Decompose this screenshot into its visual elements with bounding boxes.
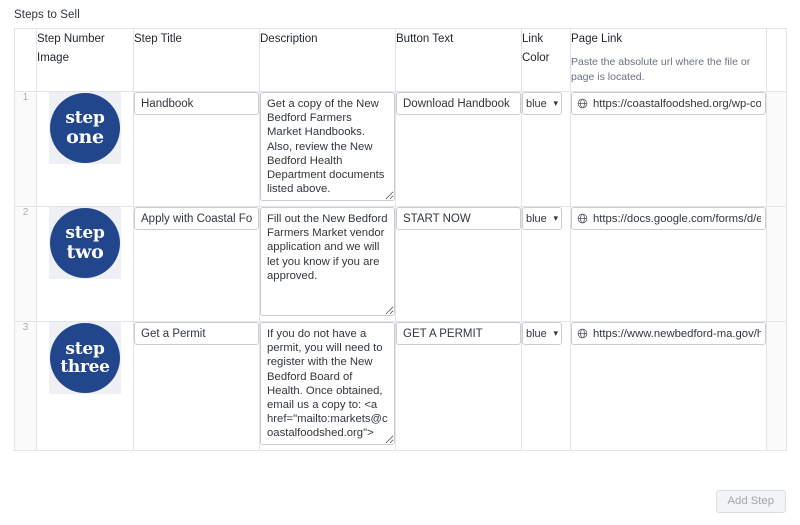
column-header-button-text-label: Button Text bbox=[396, 33, 454, 45]
add-step-button[interactable]: Add Step bbox=[715, 490, 786, 513]
globe-icon bbox=[577, 213, 588, 224]
step-number-image[interactable]: step one bbox=[49, 92, 121, 164]
table-header: Step Number Image Step Title Description… bbox=[14, 28, 787, 92]
row-actions-cell bbox=[766, 91, 787, 207]
column-header-actions bbox=[766, 28, 787, 92]
steps-table-wrapper: Step Number Image Step Title Description… bbox=[14, 28, 787, 451]
page-title: Steps to Sell bbox=[14, 9, 80, 21]
page-link-cell: https://docs.google.com/forms/d/e bbox=[570, 206, 767, 322]
step-badge-word-2: one bbox=[66, 125, 104, 148]
row-number: 3 bbox=[14, 321, 37, 451]
page-link-cell: https://coastalfoodshed.org/wp-co bbox=[570, 91, 767, 207]
step-badge-word-2: two bbox=[66, 240, 104, 263]
page-link-url-text: https://docs.google.com/forms/d/e bbox=[593, 212, 761, 225]
column-header-step-title-label: Step Title bbox=[134, 33, 182, 45]
step-title-input[interactable] bbox=[134, 322, 259, 345]
step-badge-circle: step three bbox=[50, 323, 120, 393]
step-badge-word-1: step bbox=[65, 338, 105, 359]
row-actions-cell bbox=[766, 206, 787, 322]
step-badge-word-1: step bbox=[65, 222, 105, 243]
description-cell: Get a copy of the New Bedford Farmers Ma… bbox=[259, 91, 396, 207]
row-number: 2 bbox=[14, 206, 37, 322]
description-textarea[interactable]: Fill out the New Bedford Farmers Market … bbox=[260, 207, 395, 316]
column-header-step-number-image-label: Step Number Image bbox=[37, 33, 105, 64]
step-title-input[interactable] bbox=[134, 92, 259, 115]
column-header-rownum bbox=[14, 28, 37, 92]
step-badge-circle: step two bbox=[50, 208, 120, 278]
step-title-input[interactable] bbox=[134, 207, 259, 230]
step-title-cell bbox=[133, 321, 260, 451]
step-number-image-cell[interactable]: step two bbox=[36, 206, 134, 322]
step-title-cell bbox=[133, 206, 260, 322]
page-link-url-text: https://coastalfoodshed.org/wp-co bbox=[593, 97, 761, 110]
button-text-cell bbox=[395, 321, 522, 451]
page-link-url-text: https://www.newbedford-ma.gov/h bbox=[593, 327, 761, 340]
link-color-select[interactable]: blue bbox=[522, 207, 562, 230]
table-row: 2 step two Fill out the New Bedf bbox=[14, 206, 787, 322]
column-header-step-title: Step Title bbox=[133, 28, 260, 92]
step-badge-word-2: three bbox=[60, 356, 110, 377]
page-link-input[interactable]: https://coastalfoodshed.org/wp-co bbox=[571, 92, 766, 115]
column-header-description-label: Description bbox=[260, 33, 318, 45]
link-color-select-wrap[interactable]: blue ▾ bbox=[522, 92, 562, 115]
link-color-select-wrap[interactable]: blue ▾ bbox=[522, 322, 562, 345]
button-text-cell bbox=[395, 206, 522, 322]
step-number-image[interactable]: step two bbox=[49, 207, 121, 279]
row-number: 1 bbox=[14, 91, 37, 207]
step-number-image[interactable]: step three bbox=[49, 322, 121, 394]
page-link-input[interactable]: https://docs.google.com/forms/d/e bbox=[571, 207, 766, 230]
column-header-page-link: Page Link Paste the absolute url where t… bbox=[570, 28, 767, 92]
column-header-page-link-label: Page Link bbox=[571, 33, 623, 45]
step-number-image-cell[interactable]: step one bbox=[36, 91, 134, 207]
column-header-description: Description bbox=[259, 28, 396, 92]
button-text-input[interactable] bbox=[396, 92, 521, 115]
column-header-link-color-label: Link Color bbox=[522, 33, 550, 64]
link-color-cell: blue ▾ bbox=[521, 91, 571, 207]
button-text-input[interactable] bbox=[396, 207, 521, 230]
column-header-link-color: Link Color bbox=[521, 28, 571, 92]
step-badge-word-1: step bbox=[65, 107, 105, 128]
page-link-cell: https://www.newbedford-ma.gov/h bbox=[570, 321, 767, 451]
header-row: Step Number Image Step Title Description… bbox=[14, 28, 787, 92]
step-number-image-cell[interactable]: step three bbox=[36, 321, 134, 451]
step-title-cell bbox=[133, 91, 260, 207]
description-cell: Fill out the New Bedford Farmers Market … bbox=[259, 206, 396, 322]
steps-table: Step Number Image Step Title Description… bbox=[14, 28, 787, 451]
link-color-select[interactable]: blue bbox=[522, 92, 562, 115]
table-body: 1 step one Get a copy of the New bbox=[14, 91, 787, 451]
description-textarea[interactable]: Get a copy of the New Bedford Farmers Ma… bbox=[260, 92, 395, 201]
description-textarea[interactable]: If you do not have a permit, you will ne… bbox=[260, 322, 395, 445]
globe-icon bbox=[577, 328, 588, 339]
steps-to-sell-panel: Steps to Sell Step Number Image Step Tit… bbox=[0, 0, 800, 525]
link-color-select-wrap[interactable]: blue ▾ bbox=[522, 207, 562, 230]
table-row: 3 step three If you do not have bbox=[14, 321, 787, 451]
button-text-cell bbox=[395, 91, 522, 207]
table-row: 1 step one Get a copy of the New bbox=[14, 91, 787, 207]
link-color-cell: blue ▾ bbox=[521, 321, 571, 451]
button-text-input[interactable] bbox=[396, 322, 521, 345]
column-header-page-link-help: Paste the absolute url where the file or… bbox=[571, 55, 751, 83]
row-actions-cell bbox=[766, 321, 787, 451]
column-header-step-number-image: Step Number Image bbox=[36, 28, 134, 92]
page-link-input[interactable]: https://www.newbedford-ma.gov/h bbox=[571, 322, 766, 345]
link-color-select[interactable]: blue bbox=[522, 322, 562, 345]
link-color-cell: blue ▾ bbox=[521, 206, 571, 322]
column-header-button-text: Button Text bbox=[395, 28, 522, 92]
globe-icon bbox=[577, 98, 588, 109]
description-cell: If you do not have a permit, you will ne… bbox=[259, 321, 396, 451]
step-badge-circle: step one bbox=[50, 93, 120, 163]
